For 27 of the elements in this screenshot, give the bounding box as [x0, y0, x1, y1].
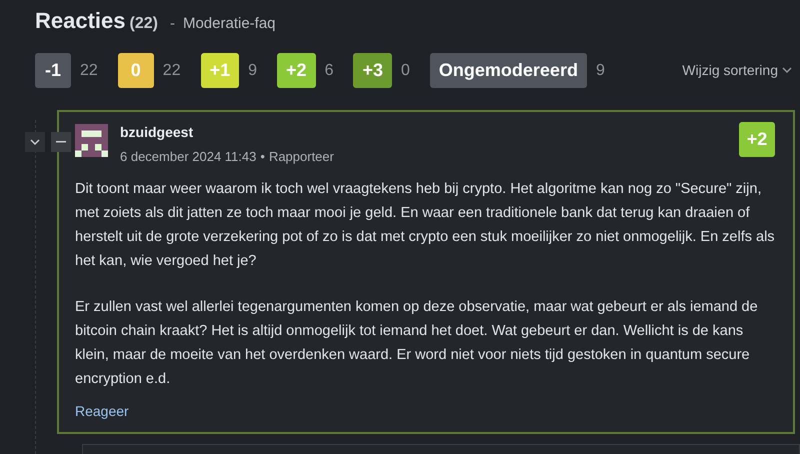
filter-count: 0: [401, 60, 410, 80]
comment-paragraph: Er zullen vast wel allerlei tegenargumenten komen op deze observatie, maar wat gebeurt er als iemand de bitcoin chain kraakt? Het is altijd onmogelijk tot iemand het doet. Wat gebeurt er dan. Wellicht is de kans klein, maar de moeite van het overdenken waard. Er word niet voor niets tijd gestoken in quantum secure encryption e.d.: [75, 298, 759, 388]
filter-count: 6: [324, 60, 334, 80]
sort-dropdown[interactable]: Wijzig sortering: [682, 60, 792, 81]
score-badge: +2: [739, 122, 775, 157]
minus-icon: [56, 141, 66, 143]
chevron-down-icon: [782, 67, 792, 74]
comment-count: (22): [130, 14, 158, 34]
filter-count: 22: [80, 60, 98, 80]
filter-count: 22: [162, 60, 181, 80]
bullet: •: [260, 148, 265, 166]
avatar: [75, 124, 108, 157]
score-filter-button[interactable]: Ongemodereerd: [430, 53, 587, 88]
reply-link[interactable]: Reageer: [75, 400, 775, 422]
separator: -: [170, 14, 175, 34]
author-name[interactable]: bzuidgeest: [120, 122, 334, 143]
report-link[interactable]: Rapporteer: [268, 147, 334, 166]
comment-paragraph: Dit toont maar weer waarom ik toch wel vraagtekens heb bij crypto. Het algoritme kan nog zo "Secure" zijn, met zoiets als dit jatten ze toch maar mooi je geld. En waar een traditionele bank dat terug kan draaien of herstelt uit de grote verzekering pot of zo is dat met crypto een stuk moeilijker zo niet onmogelijk. En zelfs als het kan, wie vergoed het je?: [75, 180, 775, 270]
section-title: Reacties: [35, 7, 126, 35]
chevron-down-icon: [30, 138, 40, 146]
filter-count: 9: [248, 60, 258, 80]
collapse-button[interactable]: [51, 132, 71, 152]
comment-date: 6 december 2024 11:43: [120, 148, 256, 166]
faq-link[interactable]: Moderatie-faq: [182, 13, 276, 36]
score-filter-button[interactable]: -1: [35, 53, 71, 88]
expand-button[interactable]: [25, 132, 45, 152]
filter-count: 9: [596, 60, 605, 80]
